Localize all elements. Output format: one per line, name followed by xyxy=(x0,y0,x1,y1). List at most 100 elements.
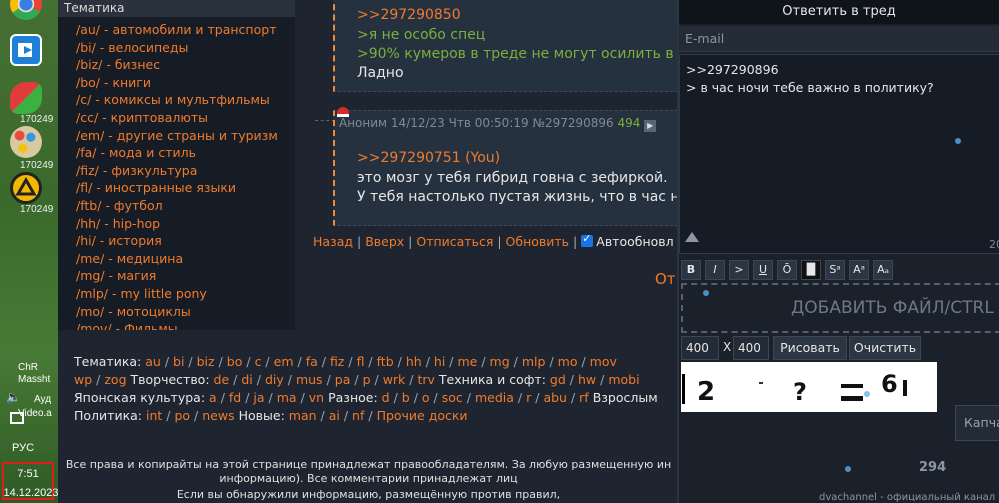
message-textarea[interactable]: >>297290896 > в час ночи тебе важно в по… xyxy=(679,54,999,254)
board-link[interactable]: /em/ - другие страны и туризм xyxy=(76,127,295,145)
footer-board-link[interactable]: man xyxy=(289,408,317,423)
board-link[interactable]: /biz/ - бизнес xyxy=(76,56,295,74)
channel-link[interactable]: dvachannel - официальный канал xyxy=(819,492,995,503)
footer-board-link[interactable]: r xyxy=(526,390,531,405)
footer-board-link[interactable]: mg xyxy=(490,354,510,369)
footer-board-link[interactable]: news xyxy=(202,408,234,423)
reply-form-title[interactable]: Ответить в тред xyxy=(679,0,999,24)
footer-board-link[interactable]: abu xyxy=(543,390,567,405)
footer-board-link[interactable]: hh xyxy=(406,354,422,369)
footer-board-link[interactable]: ja xyxy=(253,390,264,405)
footer-board-link[interactable]: fiz xyxy=(330,354,344,369)
footer-board-link[interactable]: d xyxy=(382,390,390,405)
app-shortcut-icon[interactable] xyxy=(10,34,42,66)
footer-board-link[interactable]: au xyxy=(145,354,161,369)
board-link[interactable]: /hh/ - hip-hop xyxy=(76,215,295,233)
footer-board-link[interactable]: zog xyxy=(104,372,126,387)
canvas-width-input[interactable] xyxy=(681,336,719,360)
footer-board-link[interactable]: mov xyxy=(590,354,617,369)
footer-board-link[interactable]: vn xyxy=(309,390,324,405)
board-link[interactable]: /ftb/ - футбол xyxy=(76,197,295,215)
footer-board-link[interactable]: int xyxy=(146,408,162,423)
board-link[interactable]: /mov/ - Фильмы xyxy=(76,320,295,330)
footer-board-link[interactable]: o xyxy=(422,390,430,405)
email-field[interactable] xyxy=(679,26,999,52)
footer-board-link[interactable]: nf xyxy=(352,408,364,423)
bold-button[interactable]: B xyxy=(681,260,701,280)
footer-board-link[interactable]: po xyxy=(174,408,190,423)
subscript-button[interactable]: Aₐ xyxy=(873,260,893,280)
board-link[interactable]: /cc/ - криптовалюты xyxy=(76,109,295,127)
board-link[interactable]: /au/ - автомобили и транспорт xyxy=(76,21,295,39)
italic-button[interactable]: I xyxy=(705,260,725,280)
draw-button[interactable]: Рисовать xyxy=(773,336,847,360)
speaker-icon[interactable]: 🔈 xyxy=(6,390,21,404)
strike-button[interactable]: Sᵃ xyxy=(825,260,845,280)
footer-board-link[interactable]: mus xyxy=(296,372,323,387)
underline-button[interactable]: U xyxy=(753,260,773,280)
reply-reference-link[interactable]: >>297290751 (You) xyxy=(357,150,500,166)
footer-board-link[interactable]: fd xyxy=(229,390,241,405)
footer-board-link[interactable]: wrk xyxy=(383,372,406,387)
reply-reference-link[interactable]: >>297290850 xyxy=(357,7,461,23)
footer-board-link[interactable]: p xyxy=(363,372,371,387)
auto-update-checkbox[interactable] xyxy=(581,232,594,247)
footer-board-link[interactable]: ai xyxy=(329,408,340,423)
board-link[interactable]: /fiz/ - физкультура xyxy=(76,162,295,180)
post-number[interactable]: №297290896 xyxy=(532,116,613,130)
board-link[interactable]: /me/ - медицина xyxy=(76,250,295,268)
board-link[interactable]: /c/ - комиксы и мультфильмы xyxy=(76,91,295,109)
footer-board-link[interactable]: media xyxy=(475,390,514,405)
footer-board-link[interactable]: mo xyxy=(558,354,578,369)
footer-board-link[interactable]: ftb xyxy=(377,354,394,369)
board-link[interactable]: /mo/ - мотоциклы xyxy=(76,303,295,321)
footer-board-link[interactable]: gd xyxy=(550,372,566,387)
footer-board-link[interactable]: bi xyxy=(173,354,184,369)
footer-board-link[interactable]: em xyxy=(274,354,294,369)
footer-board-link[interactable]: trv xyxy=(417,372,434,387)
board-link[interactable]: /mlp/ - my little pony xyxy=(76,285,295,303)
captcha-image[interactable]: 2 ? 6 xyxy=(681,362,937,412)
footer-board-link[interactable]: wp xyxy=(74,372,92,387)
footer-board-link[interactable]: b xyxy=(402,390,410,405)
unsubscribe-link[interactable]: Отписаться xyxy=(416,234,493,249)
chrome-icon[interactable] xyxy=(10,0,42,20)
board-link[interactable]: /bi/ - велосипеды xyxy=(76,39,295,57)
footer-board-link[interactable]: ma xyxy=(277,390,297,405)
refresh-link[interactable]: Обновить xyxy=(506,234,570,249)
back-link[interactable]: Назад xyxy=(313,234,353,249)
captcha-field[interactable]: Капча xyxy=(955,405,999,441)
board-link[interactable]: /fl/ - иностранные языки xyxy=(76,179,295,197)
other-boards-link[interactable]: Прочие доски xyxy=(377,408,468,423)
board-link[interactable]: /bo/ - книги xyxy=(76,74,295,92)
up-link[interactable]: Вверх xyxy=(365,234,404,249)
footer-board-link[interactable]: fl xyxy=(357,354,365,369)
footer-board-link[interactable]: diy xyxy=(265,372,284,387)
clock[interactable]: 7:51 14.12.2023 xyxy=(2,462,59,500)
board-link[interactable]: /hi/ - история xyxy=(76,232,295,250)
footer-board-link[interactable]: bo xyxy=(227,354,243,369)
paint-palette-icon[interactable] xyxy=(10,126,42,158)
footer-board-link[interactable]: di xyxy=(241,372,252,387)
footer-board-link[interactable]: hw xyxy=(578,372,596,387)
aimp-icon[interactable] xyxy=(10,172,42,204)
app-shortcut-icon[interactable] xyxy=(10,82,42,114)
spoiler-button[interactable]: █ xyxy=(801,260,821,280)
file-dropzone[interactable]: ДОБАВИТЬ ФАЙЛ/CTRL xyxy=(681,283,999,333)
footer-board-link[interactable]: hi xyxy=(434,354,445,369)
footer-board-link[interactable]: me xyxy=(457,354,477,369)
footer-board-link[interactable]: fa xyxy=(306,354,318,369)
post-button-partial[interactable]: От xyxy=(655,270,676,288)
footer-board-link[interactable]: rf xyxy=(579,390,589,405)
overline-button[interactable]: Ō xyxy=(777,260,797,280)
board-link[interactable]: /fa/ - мода и стиль xyxy=(76,144,295,162)
superscript-button[interactable]: Aᵃ xyxy=(849,260,869,280)
clear-button[interactable]: Очистить xyxy=(849,336,921,360)
footer-board-link[interactable]: de xyxy=(214,372,230,387)
footer-board-link[interactable]: c xyxy=(255,354,262,369)
footer-board-link[interactable]: biz xyxy=(197,354,215,369)
footer-board-link[interactable]: a xyxy=(209,390,217,405)
footer-board-link[interactable]: mobi xyxy=(608,372,639,387)
footer-board-link[interactable]: pa xyxy=(335,372,351,387)
footer-board-link[interactable]: soc xyxy=(442,390,463,405)
